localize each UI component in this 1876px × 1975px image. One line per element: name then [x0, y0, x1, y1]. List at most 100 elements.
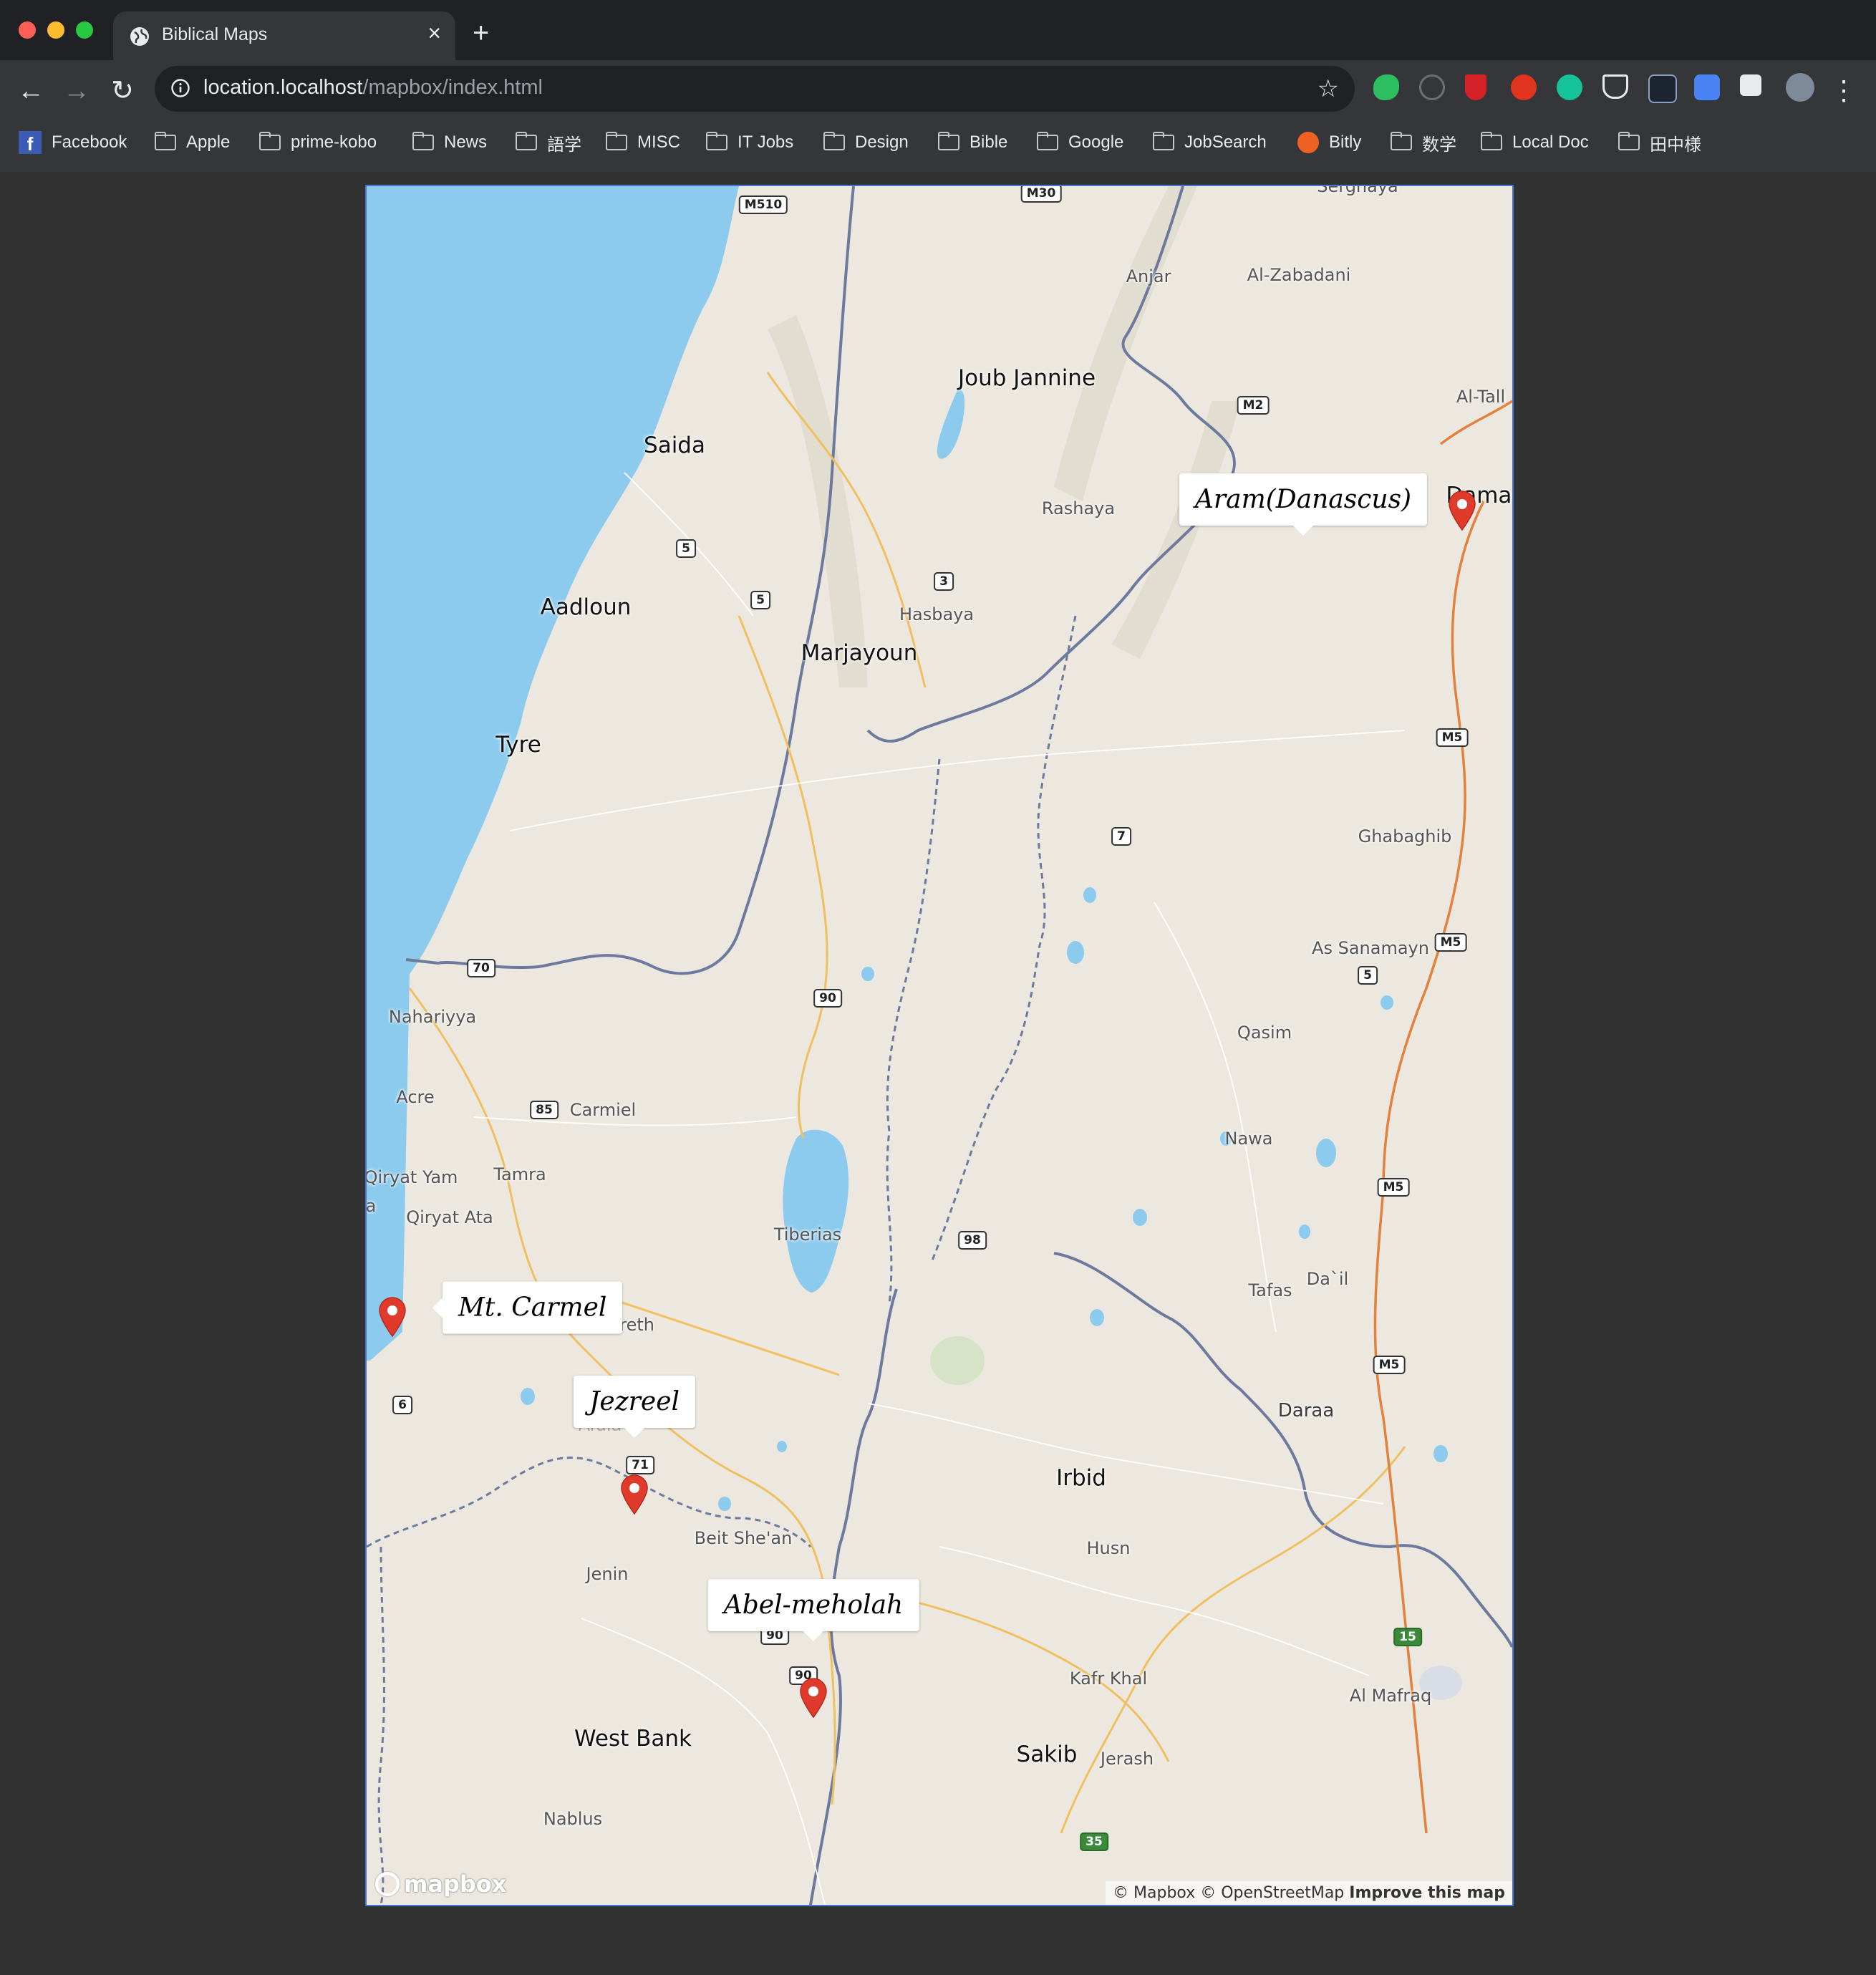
bookmark-languages[interactable]: 語学: [516, 130, 581, 155]
place-label-marjayoun: Marjayoun: [801, 640, 918, 666]
improve-map-link[interactable]: Improve this map: [1349, 1884, 1505, 1902]
popup-abel-meholah[interactable]: Abel-meholah: [707, 1579, 919, 1641]
close-window-button[interactable]: [19, 21, 36, 39]
folder-icon: [516, 132, 537, 150]
folder-icon: [1391, 132, 1412, 150]
bookmark-label: MISC: [637, 132, 680, 152]
sea-of-galilee: [783, 1129, 849, 1293]
folder-icon: [823, 132, 845, 150]
folder-icon: [1037, 132, 1058, 150]
bookmark-bible[interactable]: Bible: [938, 130, 1007, 155]
bookmark-prime-kobo[interactable]: prime-kobo: [259, 130, 377, 155]
place-label-serghaya: Serghaya: [1317, 185, 1398, 196]
close-tab-icon[interactable]: ×: [427, 21, 441, 44]
extension-disabled-icon[interactable]: [1419, 74, 1445, 100]
bookmark-local-doc[interactable]: Local Doc: [1481, 130, 1589, 155]
place-label-al-tall: Al-Tall: [1456, 387, 1506, 407]
url-text: location.localhost/mapbox/index.html: [203, 76, 543, 100]
bookmark-label: IT Jobs: [738, 132, 794, 152]
mapbox-logo[interactable]: mapbox: [375, 1870, 506, 1898]
place-label-acre: Acre: [396, 1087, 435, 1107]
location-pin-icon[interactable]: [619, 1474, 650, 1515]
bookmark-facebook[interactable]: f Facebook: [19, 130, 127, 155]
grammarly-icon[interactable]: [1557, 74, 1582, 100]
facebook-icon: f: [19, 131, 42, 155]
bookmark-misc[interactable]: MISC: [606, 130, 680, 155]
folder-icon: [1153, 132, 1174, 150]
popup-aram-damascus[interactable]: Aram(Danascus): [1179, 473, 1428, 536]
road-shield: M5: [1436, 728, 1469, 747]
shield-icon[interactable]: [1465, 74, 1486, 100]
bookmark-apple[interactable]: Apple: [155, 130, 230, 155]
folder-icon: [412, 132, 434, 150]
map-base-layer: [367, 186, 1512, 1905]
road-shield: 90: [813, 989, 842, 1008]
zoom-window-button[interactable]: [76, 21, 93, 39]
bookmark-star-icon[interactable]: ☆: [1317, 74, 1339, 103]
popup-jezreel[interactable]: Jezreel: [573, 1376, 696, 1438]
bookmark-jobsearch[interactable]: JobSearch: [1153, 130, 1267, 155]
bookmark-label: 田中様: [1650, 135, 1701, 155]
bookmark-label: 数学: [1422, 135, 1456, 155]
back-button[interactable]: ←: [13, 73, 49, 109]
place-label-qiryat-yam: Qiryat Yam: [365, 1167, 458, 1187]
profile-avatar[interactable]: [1786, 73, 1814, 102]
place-label-jerash: Jerash: [1100, 1749, 1154, 1769]
park-area: [930, 1336, 985, 1385]
bookmark-bitly[interactable]: Bitly: [1297, 130, 1361, 155]
terrain-shading: [768, 186, 1240, 687]
road-shield: 5: [1358, 966, 1378, 985]
place-label-al-mafraq: Al Mafraq: [1349, 1686, 1432, 1706]
forward-button[interactable]: →: [59, 73, 95, 109]
tab-biblical-maps[interactable]: Biblical Maps ×: [113, 11, 455, 60]
browser-menu-icon[interactable]: ⋮: [1826, 73, 1862, 109]
bookmarks-bar: f Facebook Apple prime-kobo News 語学 MISC…: [0, 115, 1876, 172]
place-label-nablus: Nablus: [543, 1809, 603, 1829]
bookmark-label: Facebook: [52, 132, 127, 152]
folder-icon: [606, 132, 627, 150]
google-translate-icon[interactable]: [1694, 74, 1720, 100]
road-shield: 7: [1111, 827, 1131, 846]
folder-icon: [1618, 132, 1640, 150]
osm-attribution-link[interactable]: © OpenStreetMap: [1200, 1884, 1344, 1902]
info-icon[interactable]: [170, 78, 190, 98]
new-tab-button[interactable]: +: [473, 19, 489, 47]
folder-icon: [155, 132, 176, 150]
bookmark-design[interactable]: Design: [823, 130, 909, 155]
folder-icon: [938, 132, 959, 150]
bookmark-label: 語学: [547, 135, 581, 155]
place-label-kafr-khal: Kafr Khal: [1069, 1669, 1148, 1689]
place-label-al-zabadani: Al-Zabadani: [1247, 265, 1351, 285]
extensions-puzzle-icon[interactable]: [1740, 74, 1761, 96]
bookmark-google[interactable]: Google: [1037, 130, 1123, 155]
road-shield: M510: [738, 195, 788, 214]
location-pin-icon[interactable]: [377, 1296, 408, 1338]
place-label-nahariyya: Nahariyya: [388, 1007, 477, 1027]
pocket-icon[interactable]: [1602, 74, 1628, 99]
road-shield: 35: [1080, 1832, 1108, 1851]
location-pin-icon[interactable]: [1446, 490, 1478, 531]
place-label-hasbaya: Hasbaya: [899, 604, 975, 624]
bookmark-news[interactable]: News: [412, 130, 487, 155]
adblock-icon[interactable]: [1511, 74, 1537, 100]
road-shield: 3: [934, 572, 954, 591]
bookmark-math[interactable]: 数学: [1391, 130, 1456, 155]
road-shield: M5: [1373, 1356, 1406, 1374]
minimize-window-button[interactable]: [47, 21, 64, 39]
place-label-dail: Da`il: [1306, 1269, 1349, 1289]
bookmark-tanaka[interactable]: 田中様: [1618, 130, 1701, 155]
map-canvas[interactable]: Serghaya Anjar Al-Zabadani Joub Jannine …: [365, 185, 1514, 1906]
bitly-icon: [1297, 132, 1319, 153]
evernote-icon[interactable]: [1373, 74, 1399, 100]
bookmark-it-jobs[interactable]: IT Jobs: [706, 130, 793, 155]
address-bar[interactable]: location.localhost/mapbox/index.html ☆: [155, 66, 1355, 112]
camera-extension-icon[interactable]: [1648, 74, 1677, 103]
location-pin-icon[interactable]: [798, 1677, 829, 1719]
mapbox-attribution-link[interactable]: © Mapbox: [1113, 1884, 1195, 1902]
reload-button[interactable]: ↻: [105, 73, 140, 109]
browser-toolbar: ← → ↻ location.localhost/mapbox/index.ht…: [0, 60, 1876, 172]
road-shield: 5: [750, 591, 770, 609]
place-label-ghabaghib: Ghabaghib: [1358, 826, 1452, 846]
popup-mt-carmel[interactable]: Mt. Carmel: [432, 1281, 623, 1334]
road-shield: 85: [530, 1101, 559, 1119]
